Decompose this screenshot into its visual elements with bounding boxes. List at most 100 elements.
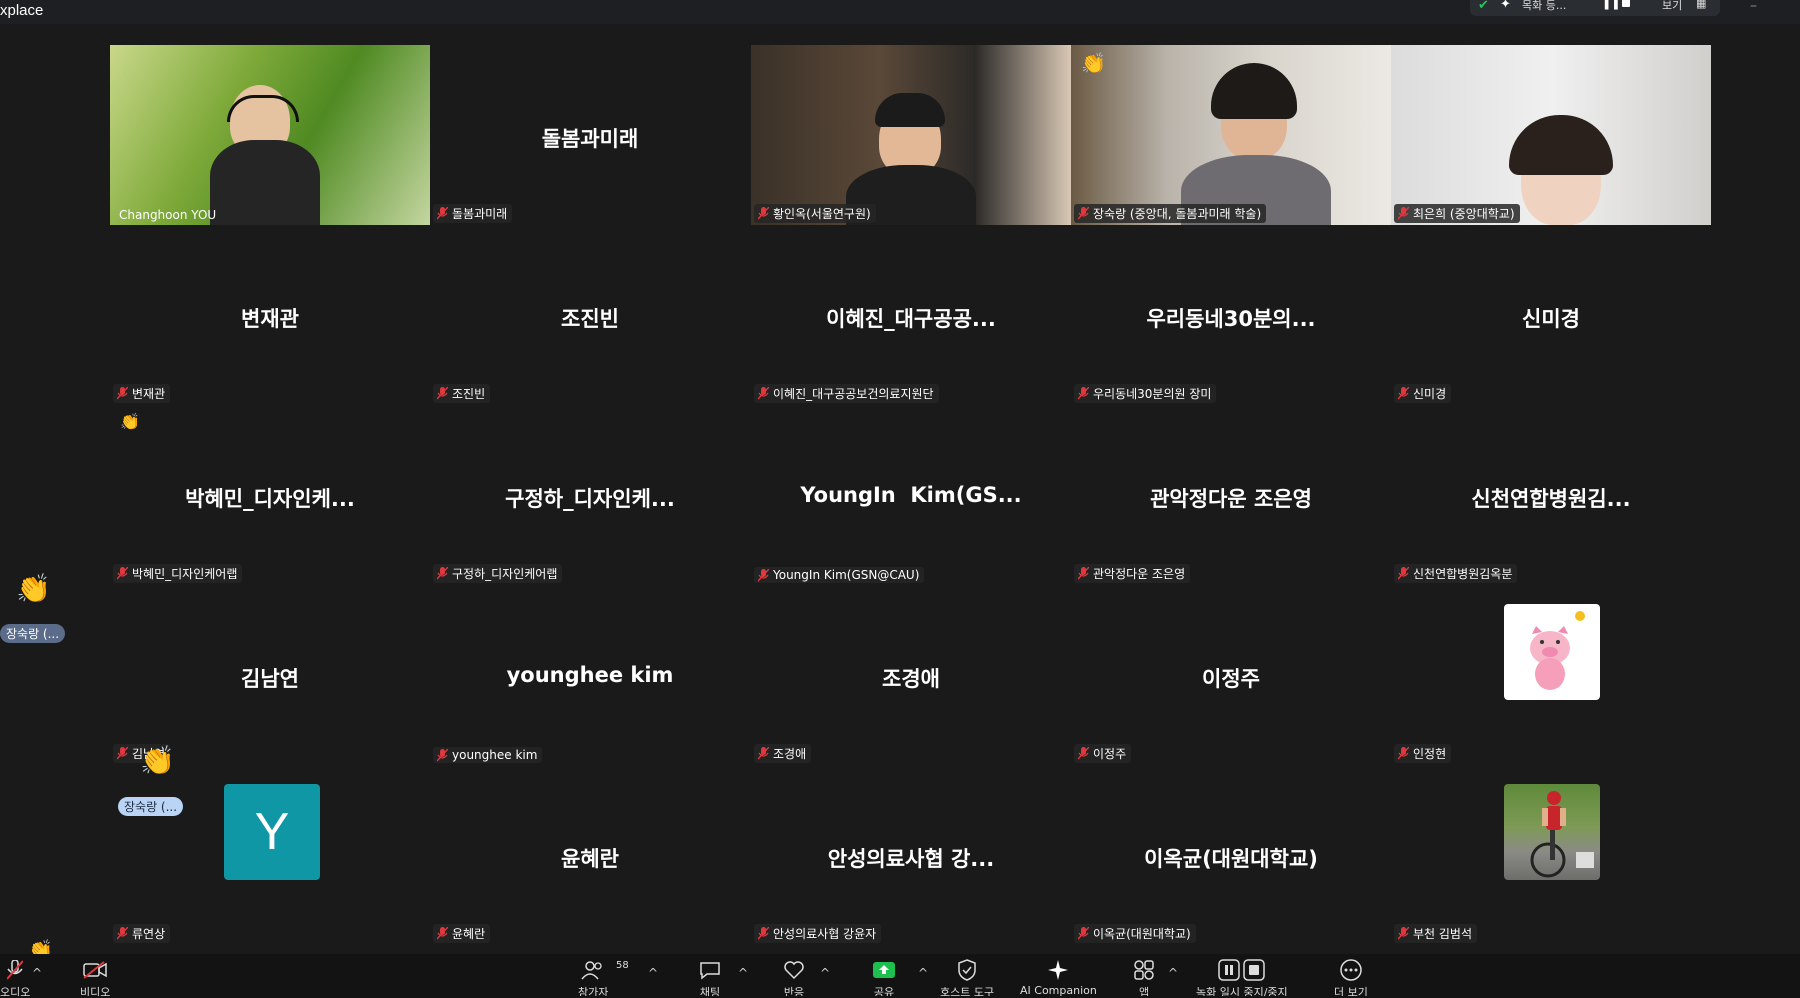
video-tile-shin[interactable]: 신미경 신미경 — [1391, 225, 1711, 405]
react-options-caret-icon[interactable]: ^ — [820, 966, 830, 980]
video-tile-kimny[interactable]: 김남연 김남연 — [110, 585, 430, 765]
video-tile-jang[interactable]: 👏 장숙랑 (중앙대, 돌봄과미래 학술) — [1071, 45, 1391, 225]
app-title: xplace — [0, 2, 44, 19]
video-tile-yoon[interactable]: 윤혜란 윤혜란 — [430, 765, 750, 945]
more-icon — [1337, 958, 1365, 982]
pause-stop-label: 녹화 일시 중지/중지 — [1196, 986, 1288, 996]
react-button[interactable]: 반응 — [780, 958, 808, 996]
host-tools-button[interactable]: 호스트 도구 — [940, 958, 994, 996]
participant-name: 최은희 (중앙대학교) — [1413, 207, 1515, 221]
video-tile-leejj[interactable]: 이정주 이정주 — [1071, 585, 1391, 765]
participant-name: 안성의료사협 강윤자 — [773, 927, 877, 941]
audio-button[interactable]: 오디오 — [0, 958, 30, 996]
shield-check-icon: ✔ — [1478, 0, 1489, 13]
participant-name: YoungIn Kim(GSN@CAU) — [773, 568, 920, 582]
video-tile-woori[interactable]: 우리동네30분의... 우리동네30분의원 장미 — [1071, 225, 1391, 405]
muted-mic-icon — [117, 747, 128, 760]
video-tile-koo[interactable]: 구정하_디자인케... 구정하_디자인케어랩 — [430, 405, 750, 585]
participant-nametag: 안성의료사협 강윤자 — [754, 924, 882, 943]
avatar: Y — [224, 784, 320, 880]
participant-display-name: 신미경 — [1522, 307, 1580, 331]
participant-name: 구정하_디자인케어랩 — [452, 567, 558, 581]
ai-companion-button[interactable]: AI Companion — [1020, 958, 1097, 996]
participant-name: 변재관 — [132, 387, 166, 401]
share-options-caret-icon[interactable]: ^ — [918, 966, 928, 980]
video-tile-changhoon[interactable]: Changhoon YOU — [110, 45, 430, 225]
stop-icon[interactable] — [1622, 0, 1630, 7]
participant-nametag: 변재관 — [113, 384, 171, 403]
participants-options-caret-icon[interactable]: ^ — [648, 966, 658, 980]
view-label[interactable]: 보기 — [1662, 0, 1682, 13]
participants-button[interactable]: 참가자 — [578, 958, 608, 996]
share-screen-icon — [870, 958, 898, 982]
video-tile-anseong[interactable]: 안성의료사협 강... 안성의료사협 강윤자 — [751, 765, 1071, 945]
participant-display-name: 이정주 — [1202, 667, 1260, 691]
muted-mic-icon — [1078, 387, 1089, 400]
participant-nametag: 최은희 (중앙대학교) — [1394, 204, 1520, 223]
participant-nametag: 인정현 — [1394, 744, 1452, 763]
muted-mic-icon — [437, 207, 448, 220]
participant-name: 조경애 — [773, 747, 807, 761]
avatar — [1504, 784, 1600, 880]
grid-view-icon[interactable]: ▦ — [1696, 0, 1706, 10]
more-button[interactable]: 더 보기 — [1334, 958, 1368, 996]
apps-button[interactable]: 앱 — [1130, 958, 1158, 996]
video-tile-lee-hj[interactable]: 이혜진_대구공공... 이혜진_대구공공보건의료지원단 — [751, 225, 1071, 405]
video-tile-younginkim[interactable]: YoungIn Kim(GS... YoungIn Kim(GSN@CAU) — [751, 405, 1071, 585]
video-tile-dolbom[interactable]: 돌봄과미래 돌봄과미래 — [430, 45, 750, 225]
video-tile-byeon[interactable]: 변재관 변재관 — [110, 225, 430, 405]
participants-label: 참가자 — [578, 986, 609, 996]
apps-options-caret-icon[interactable]: ^ — [1168, 966, 1178, 980]
video-tile-sinchon[interactable]: 신천연합병원김... 신천연합병원김옥분 — [1391, 405, 1711, 585]
react-label: 반응 — [783, 986, 805, 996]
muted-mic-icon — [758, 927, 769, 940]
host-tools-label: 호스트 도구 — [940, 986, 995, 996]
participant-nametag: 구정하_디자인케어랩 — [433, 564, 563, 583]
audio-options-caret-icon[interactable]: ^ — [32, 966, 42, 980]
apps-label: 앱 — [1138, 986, 1150, 996]
participant-nametag: younghee kim — [433, 747, 543, 763]
participant-name: 우리동네30분의원 장미 — [1093, 387, 1212, 401]
video-tile-younghee[interactable]: younghee kim younghee kim — [430, 585, 750, 765]
video-tile-chogy[interactable]: 조경애 조경애 — [751, 585, 1071, 765]
more-label: 더 보기 — [1334, 986, 1368, 996]
video-tile-park[interactable]: 박혜민_디자인케... 박혜민_디자인케어랩 — [110, 405, 430, 585]
share-button[interactable]: 공유 — [870, 958, 898, 996]
participant-nametag: 조경애 — [754, 744, 812, 763]
meeting-status-bar[interactable]: ✔ ✦ 목화 등... ❚❚ 보기 ▦ — [1470, 0, 1720, 16]
chat-options-caret-icon[interactable]: ^ — [738, 966, 748, 980]
participant-video — [110, 45, 430, 225]
video-tile-cho[interactable]: 조진빈 조진빈 — [430, 225, 750, 405]
muted-mic-icon — [1, 958, 29, 982]
ai-companion-label: AI Companion — [1020, 984, 1097, 996]
reaction-user-pill: 장숙랑 (... — [0, 624, 66, 643]
video-tile-leeok[interactable]: 이옥균(대원대학교) 이옥균(대원대학교) — [1071, 765, 1391, 945]
participant-nametag: 이혜진_대구공공보건의료지원단 — [754, 384, 939, 403]
chat-button[interactable]: 채팅 — [696, 958, 724, 996]
participant-display-name: 우리동네30분의... — [1146, 307, 1316, 331]
participant-name: 관악정다운 조은영 — [1093, 567, 1186, 581]
participant-name: 류연상 — [132, 927, 166, 941]
clap-reaction-icon: 👏 — [1081, 51, 1106, 75]
muted-mic-icon — [758, 387, 769, 400]
muted-mic-icon — [1078, 567, 1089, 580]
video-button[interactable]: 비디오 — [80, 958, 110, 996]
muted-mic-icon — [1398, 747, 1409, 760]
participant-nametag: 황인옥(서울연구원) — [754, 204, 876, 223]
pause-icon[interactable]: ❚❚ — [1602, 0, 1620, 10]
participant-name: 조진빈 — [452, 387, 486, 401]
participant-name: 이옥균(대원대학교) — [1093, 927, 1191, 941]
muted-mic-icon — [1398, 567, 1409, 580]
participant-display-name: YoungIn Kim(GS... — [800, 483, 1022, 507]
video-label: 비디오 — [80, 986, 111, 996]
pause-stop-recording-button[interactable]: 녹화 일시 중지/중지 — [1196, 958, 1288, 996]
muted-mic-icon — [758, 207, 769, 220]
participant-nametag: 조진빈 — [433, 384, 491, 403]
video-tile-choi[interactable]: 최은희 (중앙대학교) — [1391, 45, 1711, 225]
muted-mic-icon — [1398, 387, 1409, 400]
video-tile-gwanak[interactable]: 관악정다운 조은영 관악정다운 조은영 — [1071, 405, 1391, 585]
video-tile-hwang[interactable]: 황인옥(서울연구원) — [751, 45, 1071, 225]
minimize-button[interactable]: – — [1750, 0, 1757, 14]
participant-name: 윤혜란 — [452, 927, 486, 941]
participant-nametag: 우리동네30분의원 장미 — [1074, 384, 1217, 403]
